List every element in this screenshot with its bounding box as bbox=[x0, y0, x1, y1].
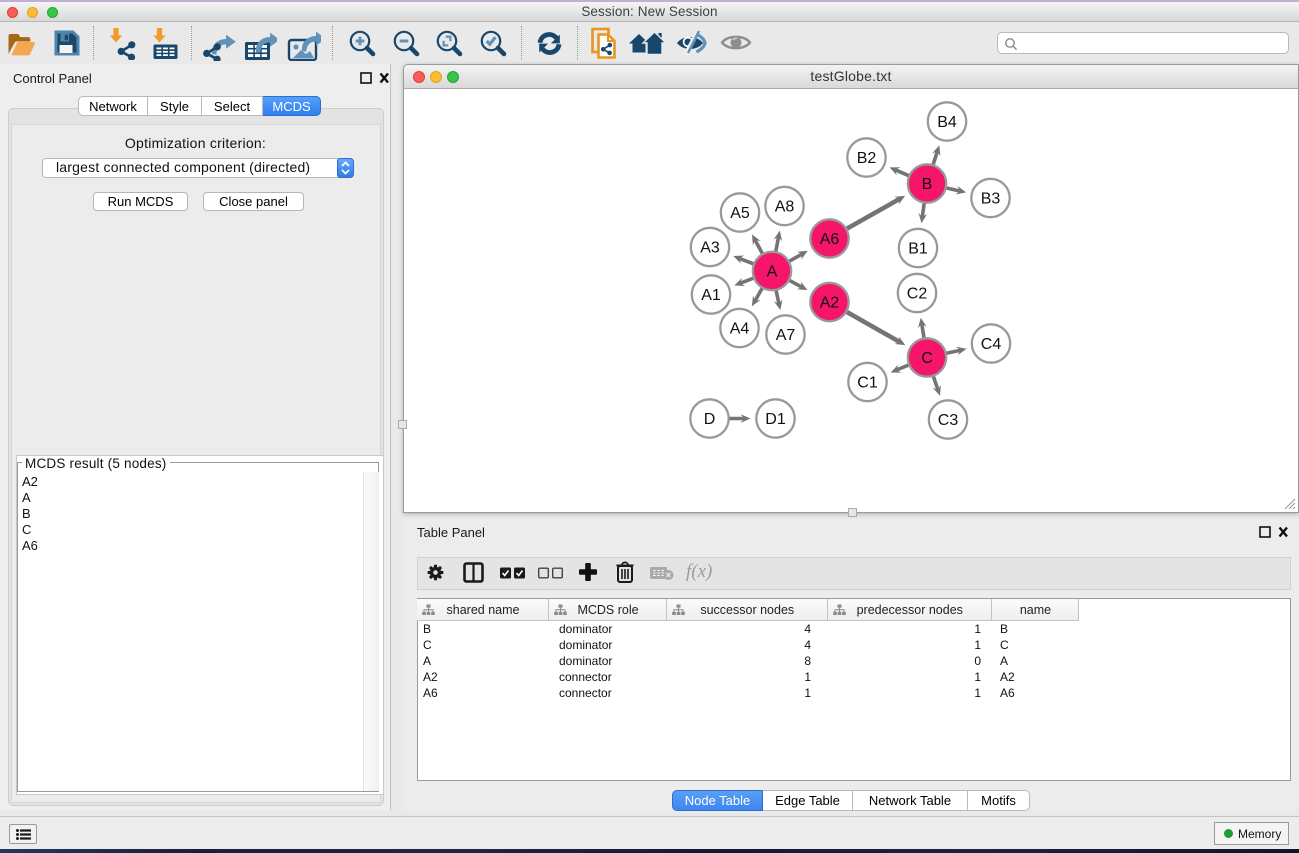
svg-text:A2: A2 bbox=[820, 295, 840, 312]
svg-text:A5: A5 bbox=[730, 205, 750, 222]
svg-text:B1: B1 bbox=[908, 241, 928, 258]
svg-text:A7: A7 bbox=[776, 327, 796, 344]
svg-text:B3: B3 bbox=[981, 191, 1001, 208]
svg-text:C3: C3 bbox=[938, 412, 959, 429]
svg-text:D1: D1 bbox=[765, 411, 786, 428]
svg-text:A3: A3 bbox=[700, 240, 720, 257]
svg-text:A4: A4 bbox=[730, 321, 750, 338]
svg-text:A1: A1 bbox=[701, 287, 721, 304]
svg-text:D: D bbox=[704, 411, 716, 428]
svg-text:A8: A8 bbox=[775, 199, 795, 216]
svg-text:C: C bbox=[921, 350, 933, 367]
svg-text:C2: C2 bbox=[907, 286, 928, 303]
svg-text:B: B bbox=[922, 176, 933, 193]
svg-text:B2: B2 bbox=[857, 150, 877, 167]
svg-text:A6: A6 bbox=[820, 231, 840, 248]
svg-text:B4: B4 bbox=[937, 114, 957, 131]
svg-text:C1: C1 bbox=[857, 375, 878, 392]
svg-text:C4: C4 bbox=[981, 336, 1002, 353]
svg-text:A: A bbox=[767, 264, 778, 281]
